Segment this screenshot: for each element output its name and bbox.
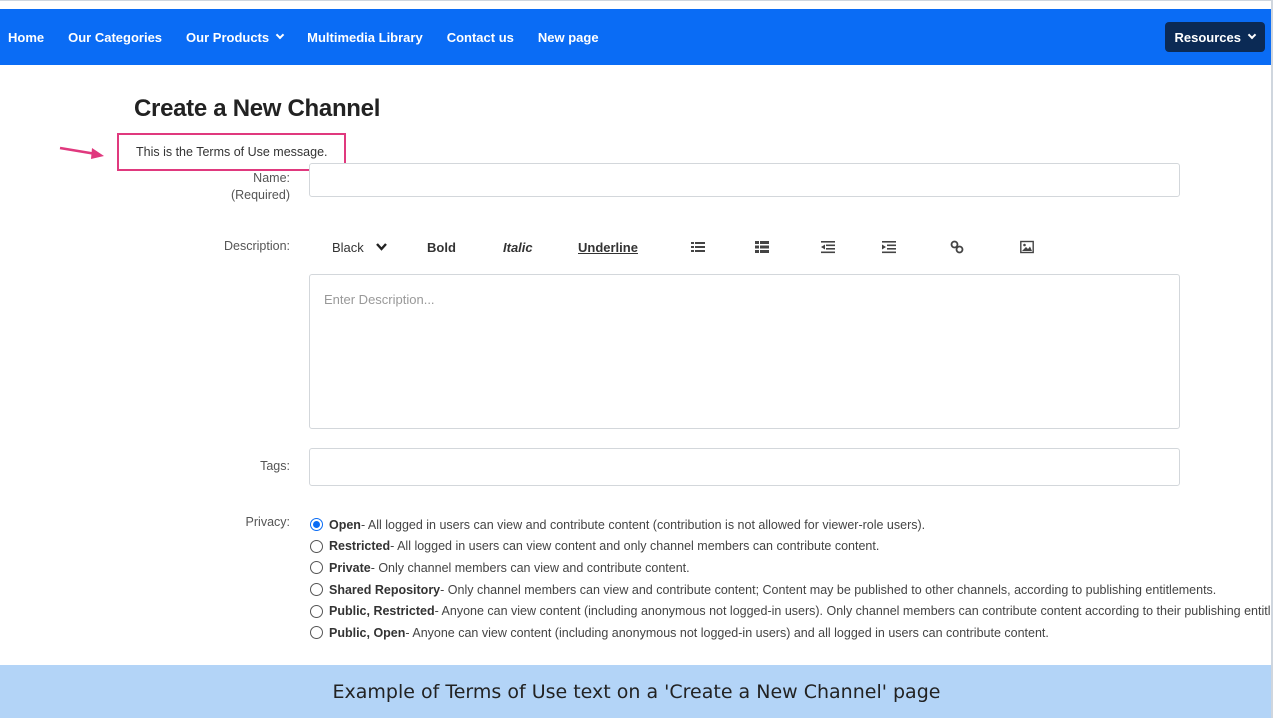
radio-shared-repository[interactable] (310, 583, 323, 597)
privacy-option-name: Open (329, 517, 361, 532)
name-input[interactable] (309, 163, 1180, 197)
name-required-note: (Required) (230, 188, 290, 202)
privacy-option-shared-repository[interactable]: Shared Repository - Only channel members… (310, 579, 1271, 601)
arrow-pointer-icon (59, 146, 104, 159)
top-navbar: Home Our Categories Our Products Multime… (0, 9, 1271, 65)
screenshot-frame: Home Our Categories Our Products Multime… (0, 0, 1273, 718)
radio-private[interactable] (310, 561, 323, 575)
description-textarea[interactable]: Enter Description... (309, 274, 1180, 429)
privacy-option-public-restricted[interactable]: Public, Restricted - Anyone can view con… (310, 600, 1273, 622)
nav-home[interactable]: Home (8, 30, 44, 45)
privacy-option-desc: - All logged in users can view and contr… (360, 517, 926, 532)
privacy-option-desc: - Only channel members can view and cont… (440, 582, 1217, 597)
radio-public-restricted[interactable] (310, 604, 323, 618)
editor-toolbar: Black Bold Italic Underline (310, 233, 1180, 263)
nav-new-page[interactable]: New page (538, 30, 599, 45)
underline-button[interactable]: Underline (578, 240, 638, 255)
page-title: Create a New Channel (134, 95, 381, 122)
indent-icon[interactable] (882, 240, 896, 254)
color-select[interactable]: Black (332, 240, 388, 255)
terms-of-use-message: This is the Terms of Use message. (136, 145, 328, 159)
nav-our-products[interactable]: Our Products (186, 29, 285, 45)
privacy-option-name: Restricted (329, 539, 391, 554)
chevron-down-icon (1247, 30, 1257, 40)
image-caption: Example of Terms of Use text on a 'Creat… (0, 665, 1271, 718)
privacy-option-name: Shared Repository (329, 582, 441, 597)
nav-multimedia-library[interactable]: Multimedia Library (307, 30, 423, 45)
nav-our-categories[interactable]: Our Categories (68, 30, 162, 45)
radio-open[interactable] (310, 518, 323, 532)
privacy-label: Privacy: (245, 515, 290, 529)
privacy-option-private[interactable]: Private - Only channel members can view … (310, 557, 1271, 579)
tags-input[interactable] (309, 448, 1180, 486)
ordered-list-icon[interactable] (691, 240, 705, 254)
tags-label: Tags: (260, 459, 290, 473)
name-label: Name: (253, 171, 290, 185)
privacy-option-desc: - Anyone can view content (including ano… (405, 625, 1049, 640)
bold-button[interactable]: Bold (427, 240, 456, 255)
color-select-value: Black (332, 240, 364, 255)
resources-menu-button[interactable]: Resources (1164, 22, 1265, 52)
privacy-option-name: Private (329, 560, 371, 575)
link-icon[interactable] (950, 240, 964, 254)
radio-public-open[interactable] (310, 626, 323, 640)
image-icon[interactable] (1020, 240, 1034, 254)
radio-restricted[interactable] (310, 539, 323, 553)
description-label: Description: (224, 239, 290, 253)
privacy-option-name: Public, Restricted (329, 604, 435, 619)
chevron-down-icon (376, 243, 388, 251)
unordered-list-icon[interactable] (755, 240, 769, 254)
resources-label: Resources (1174, 29, 1241, 45)
privacy-option-public-open[interactable]: Public, Open - Anyone can view content (… (310, 622, 1271, 644)
nav-our-products-label: Our Products (186, 29, 270, 45)
privacy-option-restricted[interactable]: Restricted - All logged in users can vie… (310, 536, 1271, 558)
privacy-options: Open - All logged in users can view and … (310, 514, 1273, 644)
outdent-icon[interactable] (821, 240, 835, 254)
nav-contact-us[interactable]: Contact us (447, 30, 514, 45)
italic-button[interactable]: Italic (503, 240, 533, 255)
privacy-option-desc: - Only channel members can view and cont… (370, 560, 690, 575)
chevron-down-icon (275, 30, 285, 40)
privacy-option-name: Public, Open (329, 625, 406, 640)
privacy-option-desc: - All logged in users can view content a… (390, 539, 880, 554)
privacy-option-open[interactable]: Open - All logged in users can view and … (310, 514, 1271, 536)
privacy-option-desc: - Anyone can view content (including ano… (434, 604, 1273, 619)
